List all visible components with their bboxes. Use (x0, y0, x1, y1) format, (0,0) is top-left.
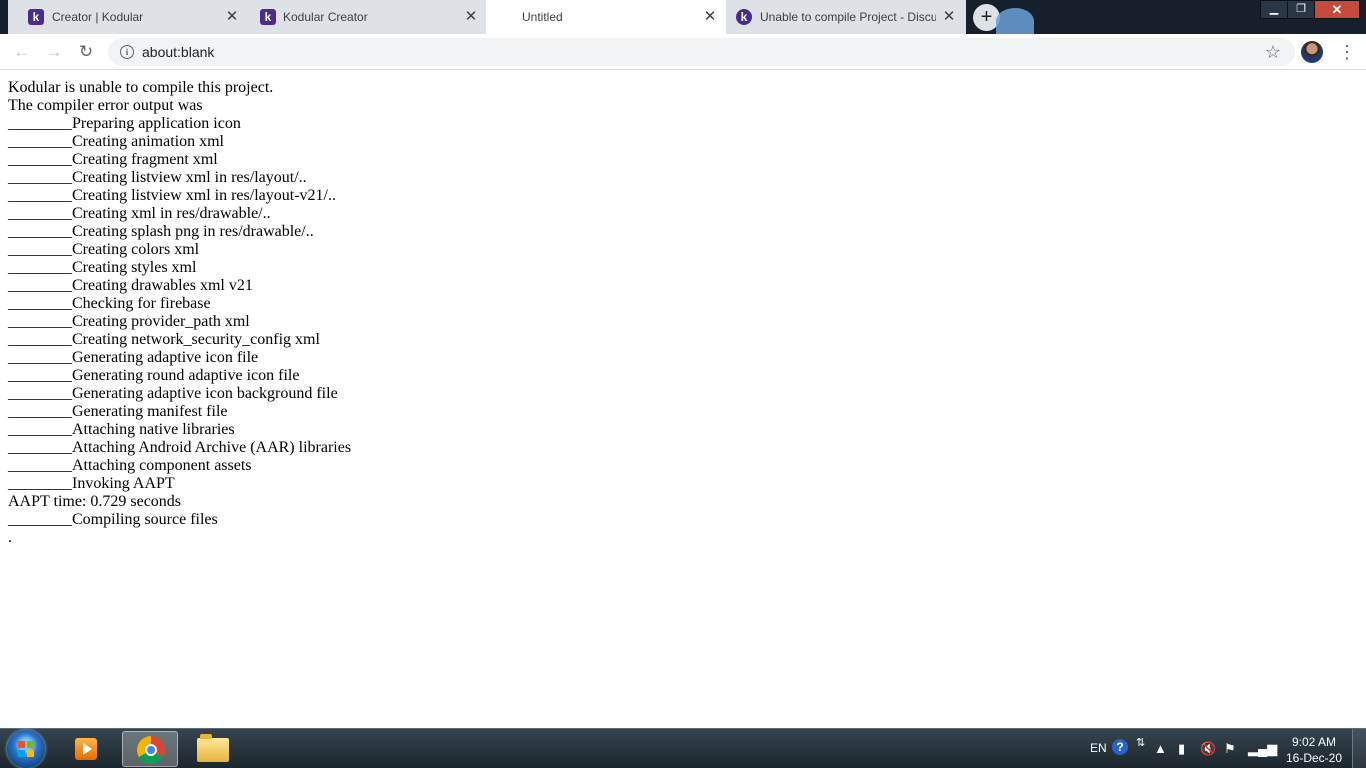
output-line: ________Compiling source files (8, 511, 218, 528)
tab-close-icon[interactable]: ✕ (702, 9, 718, 25)
bookmark-star-icon[interactable]: ☆ (1265, 42, 1281, 62)
media-player-icon (75, 738, 97, 760)
show-hidden-icons-icon[interactable]: ▲ (1154, 741, 1167, 757)
output-line: ________Creating provider_path xml (8, 313, 250, 330)
output-line: ________Creating colors xml (8, 241, 200, 258)
output-line: ________Creating listview xml in res/lay… (8, 169, 307, 186)
output-line: ________Generating adaptive icon backgro… (8, 385, 338, 402)
output-line: ________Creating drawables xml v21 (8, 277, 253, 294)
forward-arrow-icon[interactable]: → (43, 41, 65, 63)
output-line: ________Generating adaptive icon file (8, 349, 259, 366)
address-bar[interactable]: i about:blank ☆ (108, 38, 1295, 66)
reload-icon[interactable]: ↻ (75, 41, 97, 63)
output-line: ________Creating styles xml (8, 259, 197, 276)
output-line: The compiler error output was (8, 97, 203, 114)
chrome-icon (137, 736, 165, 764)
profile-avatar[interactable] (1301, 41, 1323, 63)
chrome-taskbar-item[interactable] (122, 731, 178, 767)
tab-title: Kodular Creator (283, 10, 368, 24)
browser-toolbar: ← → ↻ i about:blank ☆ ⋮ (0, 34, 1366, 70)
start-button[interactable] (7, 730, 45, 768)
tab-title: Untitled (522, 10, 563, 24)
windows-taskbar: EN ? ⇅ ▲ ▮ 🔇 ⚑ ▂▄▆ 9:02 AM 16-Dec-20 (0, 728, 1366, 768)
media-player-taskbar-item[interactable] (59, 731, 115, 767)
tab-unable-to-compile[interactable]: k Unable to compile Project - Discu ✕ (726, 0, 966, 34)
minimize-button[interactable]: ▁ (1260, 0, 1288, 19)
output-line: ________Creating splash png in res/drawa… (8, 223, 314, 240)
tab-close-icon[interactable]: ✕ (463, 9, 479, 25)
output-line: ________Creating fragment xml (8, 151, 218, 168)
sync-icon[interactable]: ⇅ (1136, 735, 1145, 751)
output-line: ________Invoking AAPT (8, 475, 175, 492)
language-indicator[interactable]: EN (1090, 741, 1107, 755)
tab-strip: k Creator | Kodular ✕ k Kodular Creator … (0, 0, 1366, 34)
tab-kodular-creator[interactable]: k Kodular Creator ✕ (248, 0, 486, 34)
tab-title: Creator | Kodular (52, 10, 144, 24)
folder-icon (197, 734, 229, 762)
maximize-button[interactable]: ❐ (1287, 0, 1315, 19)
explorer-taskbar-item[interactable] (185, 731, 241, 767)
tab-creator-kodular[interactable]: k Creator | Kodular ✕ (8, 0, 248, 34)
output-line: AAPT time: 0.729 seconds (8, 493, 182, 510)
output-line: ________Generating round adaptive icon f… (8, 367, 300, 384)
output-line: . (8, 529, 12, 546)
close-window-button[interactable]: ✕ (1314, 0, 1360, 19)
tab-close-icon[interactable]: ✕ (941, 9, 957, 25)
kodular-icon: k (260, 9, 276, 25)
output-line: ________Creating xml in res/drawable/.. (8, 205, 271, 222)
output-line: ________Generating manifest file (8, 403, 228, 420)
tab-close-icon[interactable]: ✕ (224, 9, 240, 25)
output-line: ________Preparing application icon (8, 115, 241, 132)
show-desktop-button[interactable] (1352, 729, 1366, 768)
clock-time: 9:02 AM (1291, 735, 1337, 749)
output-line: ________Attaching Android Archive (AAR) … (8, 439, 352, 456)
tab-untitled[interactable]: Untitled ✕ (486, 0, 726, 34)
address-text[interactable]: about:blank (142, 44, 214, 60)
tab-title: Unable to compile Project - Discu (760, 10, 936, 24)
battery-icon[interactable]: ▮ (1178, 741, 1185, 757)
output-line: ________Attaching native libraries (8, 421, 235, 438)
kodular-discuss-icon: k (736, 9, 752, 25)
kodular-icon: k (28, 9, 44, 25)
help-icon[interactable]: ? (1112, 739, 1128, 755)
volume-muted-icon[interactable]: 🔇 (1200, 741, 1216, 757)
info-icon[interactable]: i (120, 45, 134, 59)
output-line: ________Checking for firebase (8, 295, 211, 312)
output-line: ________Creating network_security_config… (8, 331, 320, 348)
kebab-menu-icon[interactable]: ⋮ (1338, 41, 1356, 63)
network-signal-icon[interactable]: ▂▄▆ (1248, 741, 1277, 757)
output-line: Kodular is unable to compile this projec… (8, 79, 274, 96)
compiler-output: Kodular is unable to compile this projec… (8, 79, 1358, 547)
decorative-blob (996, 8, 1034, 34)
system-clock[interactable]: 9:02 AM 16-Dec-20 (1282, 734, 1346, 766)
output-line: ________Creating animation xml (8, 133, 224, 150)
output-line: ________Creating listview xml in res/lay… (8, 187, 336, 204)
back-arrow-icon[interactable]: ← (11, 41, 33, 63)
output-line: ________Attaching component assets (8, 457, 252, 474)
action-center-flag-icon[interactable]: ⚑ (1224, 741, 1236, 757)
clock-date: 16-Dec-20 (1285, 751, 1343, 765)
